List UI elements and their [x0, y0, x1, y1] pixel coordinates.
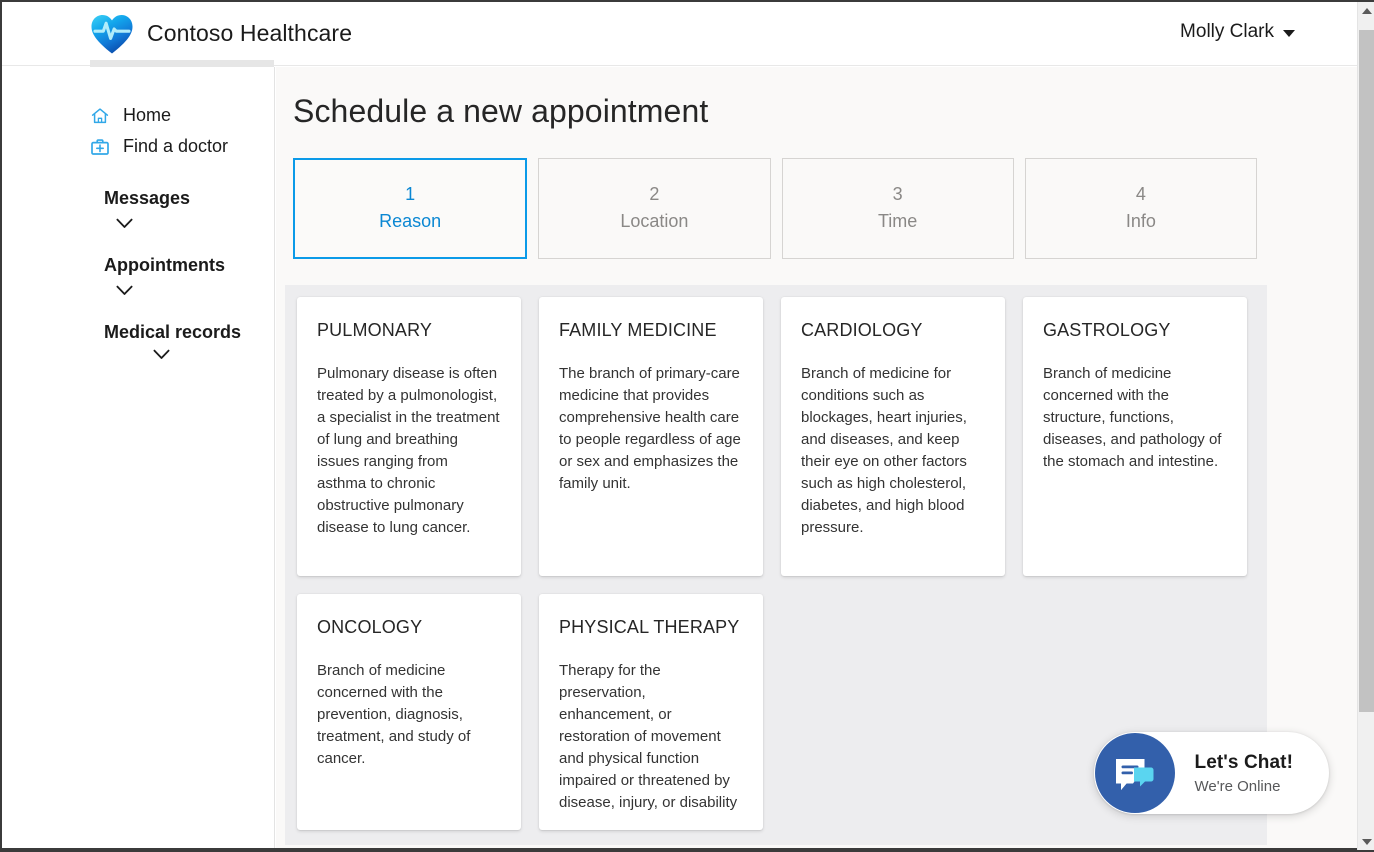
sidebar-item-find-a-doctor-label: Find a doctor: [123, 136, 229, 156]
header-scroll-stub: [90, 60, 274, 67]
sidebar-item-find-a-doctor[interactable]: Find a doctor: [2, 131, 274, 162]
chat-text-block: Let's Chat! We're Online: [1194, 751, 1293, 795]
chevron-down-icon: [116, 285, 133, 295]
specialty-card-title: PULMONARY: [317, 320, 433, 340]
user-name: Molly Clark: [1180, 21, 1274, 42]
step-number: 2: [649, 184, 660, 204]
home-icon: [91, 107, 109, 123]
step-tab-reason[interactable]: 1 Reason: [293, 158, 528, 259]
step-number: 3: [892, 184, 903, 204]
step-number: 1: [405, 184, 416, 204]
sidebar-group-medical-records-label: Medical records: [104, 322, 242, 342]
sidebar-group-medical-records[interactable]: Medical records: [2, 322, 241, 360]
chat-title: Let's Chat!: [1194, 752, 1293, 774]
specialty-card-title: CARDIOLOGY: [801, 320, 923, 340]
specialty-card-title: ONCOLOGY: [317, 617, 423, 637]
sidebar-group-appointments-label: Appointments: [104, 255, 225, 275]
specialty-card-pulmonary[interactable]: PULMONARY Pulmonary disease is often tre…: [297, 297, 521, 576]
specialty-card-description: Branch of medicine for conditions such a…: [801, 365, 967, 536]
specialty-card-description: Branch of medicine concerned with the st…: [1043, 365, 1222, 470]
sidebar-group-messages-label: Messages: [104, 188, 191, 208]
vertical-scrollbar[interactable]: [1357, 2, 1374, 850]
chat-bubble-icon: [1116, 759, 1154, 790]
doctor-bag-icon: [91, 138, 109, 155]
specialty-card-description: Pulmonary disease is often treated by a …: [317, 365, 500, 536]
step-tab-location[interactable]: 2 Location: [538, 158, 771, 259]
sidebar-group-appointments[interactable]: Appointments: [2, 255, 225, 296]
specialty-card-title: FAMILY MEDICINE: [559, 320, 717, 340]
heart-pulse-icon: [91, 14, 133, 53]
brand-name: Contoso Healthcare: [147, 20, 353, 46]
specialty-card-description: Branch of medicine concerned with the pr…: [317, 662, 471, 767]
chevron-down-icon: [116, 218, 133, 228]
step-label: Info: [1125, 210, 1156, 231]
specialty-card-description: The branch of primary-care medicine that…: [559, 365, 741, 492]
scroll-down-arrow-icon: [1361, 838, 1372, 845]
page-viewport: Contoso Healthcare Molly Clark Home Find…: [2, 2, 1357, 850]
specialty-card-title: GASTROLOGY: [1043, 320, 1171, 340]
step-wizard-tabs: 1 Reason 2 Location 3 Time 4 Info: [293, 158, 1257, 259]
browser-window: Contoso Healthcare Molly Clark Home Find…: [0, 0, 1374, 852]
caret-down-icon: [1283, 30, 1295, 37]
sidebar-item-home[interactable]: Home: [2, 100, 274, 131]
specialty-card-oncology[interactable]: ONCOLOGY Branch of medicine concerned wi…: [297, 594, 521, 830]
scroll-down-button[interactable]: [1358, 833, 1374, 850]
specialty-card-physical-therapy[interactable]: PHYSICAL THERAPY Therapy for the preserv…: [539, 594, 763, 830]
scroll-up-arrow-icon: [1361, 7, 1372, 14]
chat-avatar: [1095, 733, 1176, 813]
scroll-up-button[interactable]: [1358, 2, 1374, 19]
user-menu[interactable]: Molly Clark: [1180, 21, 1295, 43]
page-title: Schedule a new appointment: [293, 93, 709, 129]
sidebar-item-home-label: Home: [123, 105, 172, 125]
specialty-card-gastrology[interactable]: GASTROLOGY Branch of medicine concerned …: [1023, 297, 1247, 576]
chat-widget[interactable]: Let's Chat! We're Online: [1094, 732, 1329, 814]
sidebar-navigation: Home Find a doctor Messages Appointments: [2, 67, 275, 850]
window-bottom-border: [2, 848, 1374, 850]
specialty-card-cardiology[interactable]: CARDIOLOGY Branch of medicine for condit…: [781, 297, 1005, 576]
specialty-card-family-medicine[interactable]: FAMILY MEDICINE The branch of primary-ca…: [539, 297, 763, 576]
step-tab-time[interactable]: 3 Time: [781, 158, 1014, 259]
sidebar-group-messages[interactable]: Messages: [2, 188, 202, 229]
brand-logo-link[interactable]: Contoso Healthcare: [90, 13, 352, 55]
chevron-down-icon: [153, 349, 170, 359]
step-number: 4: [1135, 184, 1146, 204]
step-label: Reason: [379, 210, 442, 231]
step-label: Location: [620, 210, 689, 231]
scrollbar-thumb[interactable]: [1359, 30, 1374, 712]
step-tab-info[interactable]: 4 Info: [1024, 158, 1257, 259]
specialty-card-title: PHYSICAL THERAPY: [559, 617, 740, 637]
app-header: Contoso Healthcare Molly Clark: [2, 2, 1357, 66]
step-label: Time: [877, 210, 918, 231]
chat-status: We're Online: [1194, 777, 1281, 795]
specialty-card-description: Therapy for the preservation, enhancemen…: [559, 662, 738, 811]
